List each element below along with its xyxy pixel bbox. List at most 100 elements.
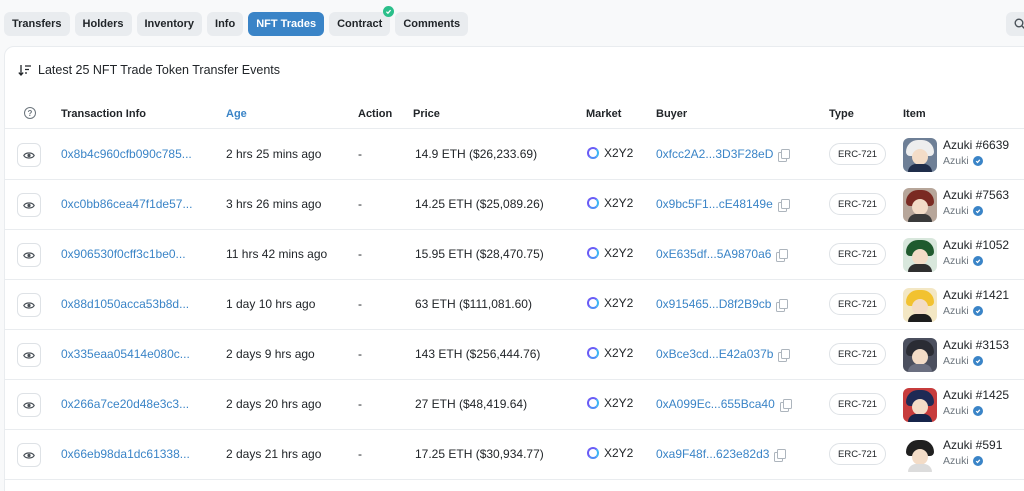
item-cell[interactable]: Azuki #6639 Azuki <box>903 138 1009 172</box>
eye-icon <box>23 151 35 159</box>
table-row: 0xc0bb86cea47f1de57... 3 hrs 26 mins ago… <box>5 180 1024 230</box>
buyer-address-link[interactable]: 0xfcc2A2...3D3F28eD <box>656 147 773 161</box>
item-name-link[interactable]: Azuki #591 <box>943 438 1002 452</box>
action-text: - <box>358 197 362 211</box>
price-text: 143 ETH ($256,444.76) <box>415 347 541 361</box>
header-type: Type <box>829 108 854 120</box>
market-link[interactable]: X2Y2 <box>587 196 633 210</box>
item-name-link[interactable]: Azuki #1425 <box>943 388 1009 402</box>
tab-transfers[interactable]: Transfers <box>4 12 70 36</box>
header-price: Price <box>413 108 440 120</box>
age-text: 2 hrs 25 mins ago <box>226 147 322 161</box>
buyer-cell: 0xE635df...5A9870a6 <box>656 247 789 262</box>
view-details-button[interactable] <box>17 293 41 317</box>
token-type-badge: ERC-721 <box>829 143 887 165</box>
token-type-badge: ERC-721 <box>829 243 887 265</box>
token-type-badge: ERC-721 <box>829 343 887 365</box>
market-link[interactable]: X2Y2 <box>587 296 633 310</box>
age-text: 1 day 10 hrs ago <box>226 297 316 311</box>
eye-icon <box>23 251 35 259</box>
item-cell[interactable]: Azuki #1425 Azuki <box>903 388 1009 422</box>
tab-inventory[interactable]: Inventory <box>136 12 203 36</box>
x2y2-logo-icon <box>587 447 599 459</box>
buyer-cell: 0xA099Ec...655Bca40 <box>656 397 792 412</box>
copy-icon[interactable] <box>779 398 792 412</box>
table-row: 0x88d1050acca53b8d... 1 day 10 hrs ago -… <box>5 280 1024 330</box>
market-link[interactable]: X2Y2 <box>587 346 633 360</box>
transaction-hash-link[interactable]: 0xc0bb86cea47f1de57... <box>61 197 192 211</box>
price-text: 17.25 ETH ($30,934.77) <box>415 447 544 461</box>
item-name-link[interactable]: Azuki #1052 <box>943 238 1009 252</box>
header-item: Item <box>903 108 926 120</box>
buyer-address-link[interactable]: 0xA099Ec...655Bca40 <box>656 397 775 411</box>
item-cell[interactable]: Azuki #7563 Azuki <box>903 188 1009 222</box>
eye-icon <box>23 401 35 409</box>
tab-contract[interactable]: Contract <box>329 6 395 36</box>
buyer-address-link[interactable]: 0xE635df...5A9870a6 <box>656 247 771 261</box>
item-cell[interactable]: Azuki #1421 Azuki <box>903 288 1009 322</box>
sort-icon[interactable] <box>18 64 32 77</box>
copy-icon[interactable] <box>776 298 789 312</box>
transaction-hash-link[interactable]: 0x266a7ce20d48e3c3... <box>61 397 189 411</box>
header-age[interactable]: Age <box>226 108 247 120</box>
view-details-button[interactable] <box>17 243 41 267</box>
price-text: 14.25 ETH ($25,089.26) <box>415 197 544 211</box>
copy-icon[interactable] <box>778 348 791 362</box>
buyer-cell: 0xfcc2A2...3D3F28eD <box>656 147 791 162</box>
header-market: Market <box>586 108 622 120</box>
nft-thumbnail[interactable] <box>903 338 937 372</box>
view-details-button[interactable] <box>17 393 41 417</box>
item-name-link[interactable]: Azuki #7563 <box>943 188 1009 202</box>
item-name-link[interactable]: Azuki #6639 <box>943 138 1009 152</box>
buyer-address-link[interactable]: 0xBce3cd...E42a037b <box>656 347 773 361</box>
tab-holders[interactable]: Holders <box>74 12 132 36</box>
tab-info[interactable]: Info <box>207 12 244 36</box>
transaction-hash-link[interactable]: 0x8b4c960cfb090c785... <box>61 147 192 161</box>
copy-icon[interactable] <box>774 448 787 462</box>
buyer-address-link[interactable]: 0x9bc5F1...cE48149e <box>656 197 773 211</box>
table-row: 0x906530f0cff3c1be0... 11 hrs 42 mins ag… <box>5 230 1024 280</box>
item-name-link[interactable]: Azuki #3153 <box>943 338 1009 352</box>
nft-thumbnail[interactable] <box>903 388 937 422</box>
item-cell[interactable]: Azuki #591 Azuki <box>903 438 1002 472</box>
nft-thumbnail[interactable] <box>903 438 937 472</box>
price-text: 27 ETH ($48,419.64) <box>415 397 528 411</box>
nft-thumbnail[interactable] <box>903 188 937 222</box>
tab-comments[interactable]: Comments <box>395 12 469 36</box>
copy-icon[interactable] <box>778 148 791 162</box>
copy-icon[interactable] <box>777 198 790 212</box>
market-label: X2Y2 <box>604 296 634 310</box>
view-details-button[interactable] <box>17 193 41 217</box>
transaction-hash-link[interactable]: 0x66eb98da1dc61338... <box>61 447 190 461</box>
view-details-button[interactable] <box>17 343 41 367</box>
verified-badge-icon <box>972 456 983 466</box>
buyer-cell: 0x9bc5F1...cE48149e <box>656 197 790 212</box>
market-link[interactable]: X2Y2 <box>587 396 633 410</box>
price-text: 15.95 ETH ($28,470.75) <box>415 247 544 261</box>
transaction-hash-link[interactable]: 0x88d1050acca53b8d... <box>61 297 189 311</box>
search-button[interactable] <box>1006 12 1024 36</box>
eye-icon <box>23 201 35 209</box>
tab-nft-trades[interactable]: NFT Trades <box>248 12 325 36</box>
item-cell[interactable]: Azuki #1052 Azuki <box>903 238 1009 272</box>
nft-thumbnail[interactable] <box>903 138 937 172</box>
collection-name: Azuki <box>943 355 969 367</box>
verified-badge-icon <box>972 406 983 416</box>
item-cell[interactable]: Azuki #3153 Azuki <box>903 338 1009 372</box>
item-name-link[interactable]: Azuki #1421 <box>943 288 1009 302</box>
market-link[interactable]: X2Y2 <box>587 146 633 160</box>
help-icon[interactable]: ? <box>24 107 36 119</box>
nft-trades-card: Latest 25 NFT Trade Token Transfer Event… <box>4 46 1024 491</box>
buyer-address-link[interactable]: 0xa9F48f...623e82d3 <box>656 447 769 461</box>
market-link[interactable]: X2Y2 <box>587 446 633 460</box>
buyer-address-link[interactable]: 0x915465...D8f2B9cb <box>656 297 771 311</box>
nft-thumbnail[interactable] <box>903 288 937 322</box>
transaction-hash-link[interactable]: 0x335eaa05414e080c... <box>61 347 190 361</box>
copy-icon[interactable] <box>776 248 789 262</box>
nft-thumbnail[interactable] <box>903 238 937 272</box>
market-link[interactable]: X2Y2 <box>587 246 633 260</box>
view-details-button[interactable] <box>17 143 41 167</box>
action-text: - <box>358 247 362 261</box>
view-details-button[interactable] <box>17 443 41 467</box>
transaction-hash-link[interactable]: 0x906530f0cff3c1be0... <box>61 247 186 261</box>
